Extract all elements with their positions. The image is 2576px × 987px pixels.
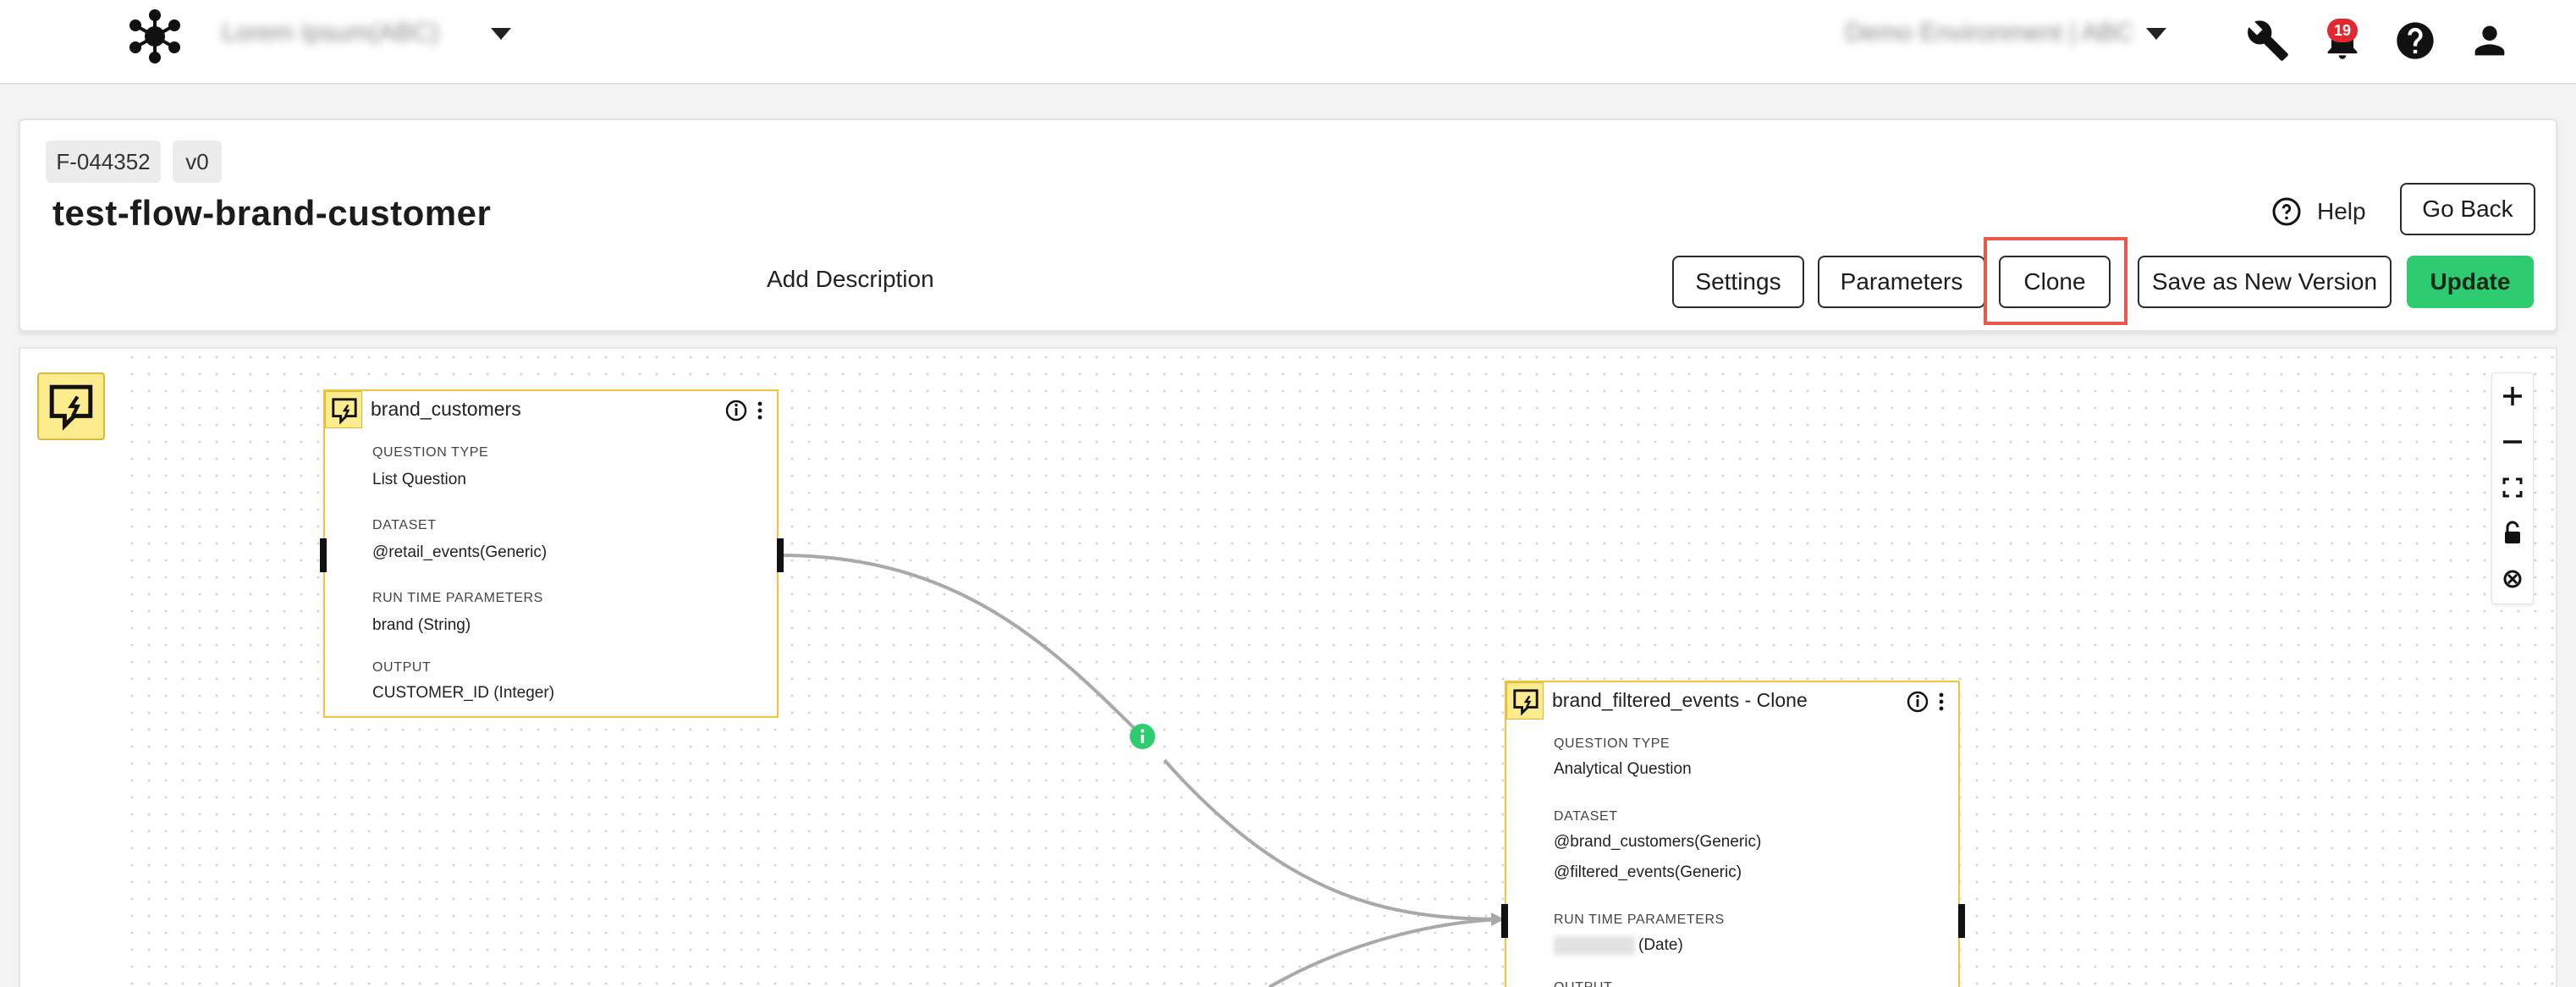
connector-info-icon[interactable] [1129,723,1156,750]
field-value: @retail_events(Generic) [372,543,548,561]
redacted-parameter-name [1554,936,1635,955]
zoom-in-icon[interactable] [2491,374,2534,418]
node-input-handle[interactable] [1501,904,1508,938]
node-title: brand_customers [371,398,521,420]
zoom-out-icon[interactable] [2491,420,2534,464]
question-node-icon [1506,682,1544,720]
field-value: @filtered_events(Generic) [1554,863,1742,881]
field-label: DATASET [372,518,437,532]
more-vertical-icon[interactable] [757,401,762,420]
question-node-icon [325,391,362,428]
field-value: CUSTOMER_ID (Integer) [372,684,555,702]
field-value: (Date) [1638,936,1683,955]
field-value: @brand_customers(Generic) [1554,833,1762,851]
field-label: QUESTION TYPE [1554,736,1671,751]
node-title: brand_filtered_events - Clone [1552,689,1808,711]
field-label: OUTPUT [1554,980,1612,987]
field-label: RUN TIME PARAMETERS [372,591,543,605]
lock-icon[interactable] [2491,511,2534,555]
field-value: List Question [372,471,466,488]
field-label: DATASET [1554,809,1618,824]
field-label: QUESTION TYPE [372,445,489,460]
node-output-handle[interactable] [1958,904,1965,938]
info-icon[interactable] [725,400,747,422]
runtime-parameter-row: (Date) [1554,936,1683,955]
node-menu[interactable] [1906,689,1957,714]
node-output-handle[interactable] [777,538,784,572]
field-value: Analytical Question [1554,760,1692,778]
node-input-handle[interactable] [320,538,327,572]
field-value: brand (String) [372,616,471,634]
field-label: RUN TIME PARAMETERS [1554,913,1725,927]
more-vertical-icon[interactable] [1939,692,1944,711]
fit-view-icon[interactable] [2491,466,2534,510]
field-label: OUTPUT [372,660,432,675]
cancel-icon[interactable] [2491,557,2534,601]
node-menu[interactable] [724,398,775,423]
info-icon[interactable] [1907,691,1929,713]
